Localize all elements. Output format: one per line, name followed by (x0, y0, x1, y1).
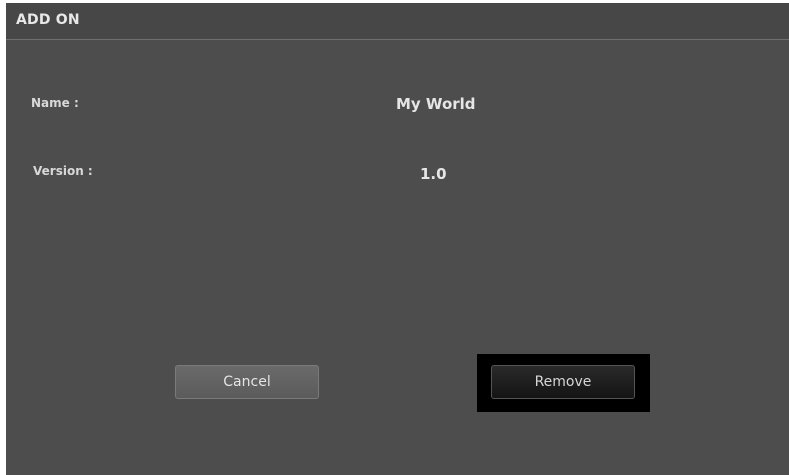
name-label: Name : (31, 96, 79, 110)
name-value: My World (396, 95, 476, 113)
dialog-titlebar: ADD ON (6, 3, 789, 40)
cancel-button[interactable]: Cancel (175, 365, 319, 399)
add-on-dialog: ADD ON Name : My World Version : 1.0 Can… (6, 3, 789, 475)
remove-button[interactable]: Remove (491, 365, 635, 399)
version-label: Version : (33, 164, 93, 178)
dialog-title: ADD ON (16, 12, 80, 28)
version-value: 1.0 (420, 165, 447, 183)
